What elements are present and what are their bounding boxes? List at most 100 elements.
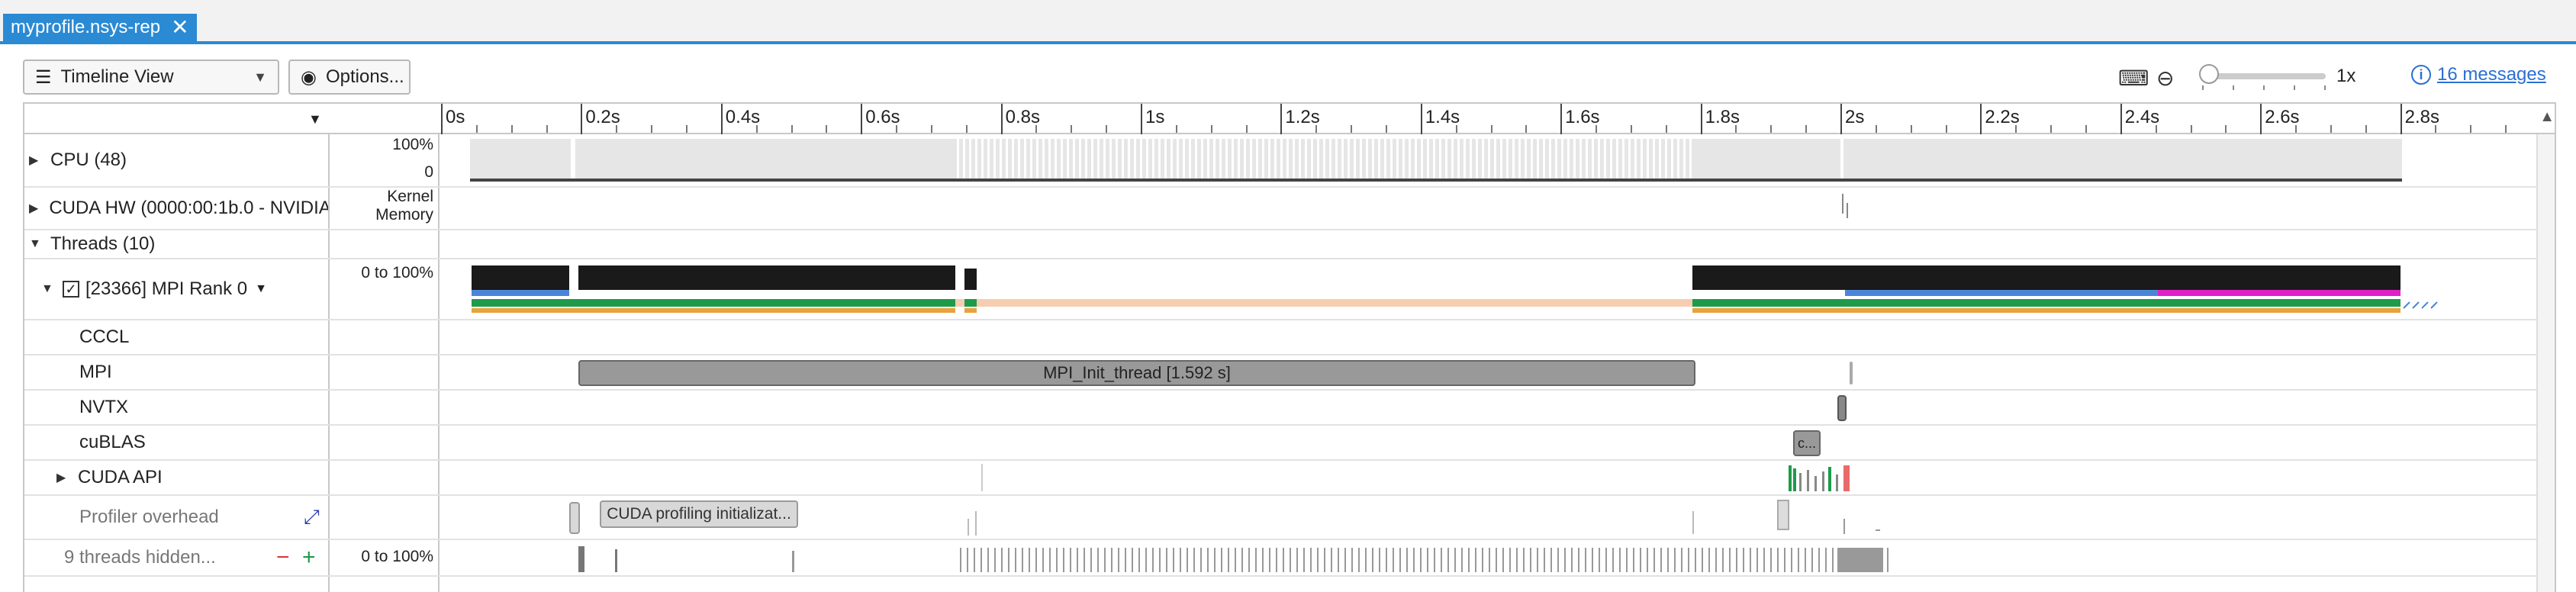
keyboard-icon[interactable]: ⌨ — [2118, 66, 2149, 91]
cccl-track[interactable] — [441, 320, 2539, 354]
zoom-slider[interactable] — [2202, 73, 2326, 79]
view-select-label: Timeline View — [60, 66, 174, 87]
row-label-nvtx[interactable]: NVTX — [24, 391, 330, 424]
ruler-minor-tick — [2050, 125, 2053, 133]
cublas-track[interactable]: c... — [441, 426, 2539, 459]
nvtx-range-bar[interactable] — [1837, 395, 1847, 421]
time-ruler: ▼ 0s 0.2s 0.4s 0.6s 0.8s 1s 1.2s 1.4s 1.6s 1.8s 2s… — [24, 104, 2555, 134]
hidden-threads-track[interactable] — [441, 540, 2539, 575]
cuda-hw-track[interactable] — [441, 188, 2539, 229]
profiler-track[interactable]: CUDA profiling initializat... — [441, 496, 2539, 539]
cpu-scale: 100% 0 — [331, 134, 440, 186]
ruler-tick-label: 1.4s — [1425, 107, 1460, 127]
row-label-hidden-text: 9 threads hidden... — [64, 547, 216, 568]
cuda-hw-scale: Kernel Memory — [331, 188, 440, 229]
tab-myprofile[interactable]: myprofile.nsys-rep ✕ — [3, 14, 197, 41]
ruler-tick-label: 1s — [1145, 107, 1165, 127]
chevron-down-icon[interactable]: ▼ — [308, 111, 322, 127]
row-profiler-overhead: Profiler overhead ⤢ CUDA profiling initi… — [24, 496, 2539, 540]
row-filler — [24, 577, 2539, 592]
ruler-minor-tick — [2505, 125, 2507, 133]
cpu-utilization-chart — [470, 139, 2402, 182]
ruler-minor-tick — [826, 125, 828, 133]
ruler-minor-tick — [1805, 125, 1808, 133]
options-label: Options... — [325, 66, 404, 87]
profiler-scale — [331, 496, 440, 539]
vertical-scrollbar[interactable] — [2536, 134, 2555, 592]
ruler-tick: 0.6s — [861, 104, 900, 134]
filler-scale — [331, 577, 440, 592]
ruler-tick-label: 1.2s — [1285, 107, 1320, 127]
tab-strip: myprofile.nsys-rep ✕ — [0, 0, 2576, 44]
hidden-scale: 0 to 100% — [331, 540, 440, 575]
cuda-api-scale — [331, 461, 440, 494]
options-button[interactable]: ◉ Options... — [288, 60, 411, 95]
row-cuda-hw: ▶ CUDA HW (0000:00:1b.0 - NVIDIA ... Ker… — [24, 188, 2539, 230]
close-icon[interactable]: ✕ — [171, 17, 188, 38]
cublas-scale — [331, 426, 440, 459]
chevron-right-icon[interactable]: ▶ — [56, 470, 67, 485]
row-label-mpi[interactable]: MPI — [24, 356, 330, 389]
zoom-level: 1x — [2336, 66, 2356, 86]
row-label-threads[interactable]: ▼ Threads (10) — [24, 230, 330, 258]
chevron-down-icon[interactable]: ▼ — [255, 282, 267, 296]
ruler-tick-label: 2.8s — [2404, 107, 2439, 127]
messages-label[interactable]: 16 messages — [2437, 64, 2546, 85]
row-label-cpu-text: CPU (48) — [50, 150, 127, 170]
cpu-scale-top: 100% — [392, 136, 433, 153]
cuda-api-track[interactable] — [441, 461, 2539, 494]
ruler-tick: 1s — [1141, 104, 1164, 134]
messages-link[interactable]: i 16 messages — [2411, 64, 2546, 85]
ruler-minor-tick — [2015, 125, 2017, 133]
zoom-out-icon[interactable]: ⊖ — [2156, 66, 2174, 91]
info-icon: i — [2411, 65, 2431, 85]
cuda-hw-scale-kernel: Kernel — [387, 188, 433, 205]
remove-icon[interactable]: − — [276, 545, 290, 571]
row-label-hidden-threads[interactable]: 9 threads hidden... − + — [24, 540, 330, 575]
ruler-minor-tick — [1106, 125, 1108, 133]
chevron-down-icon[interactable]: ▼ — [41, 282, 53, 296]
row-label-cuda-api[interactable]: ▶ CUDA API — [24, 461, 330, 494]
ruler-minor-tick — [1035, 125, 1038, 133]
ruler-minor-tick — [1525, 125, 1528, 133]
mpi-event-mark[interactable] — [1850, 362, 1853, 384]
ruler-tick-label: 2s — [1845, 107, 1865, 127]
chevron-right-icon[interactable]: ▶ — [29, 153, 40, 168]
cuda-api-chart — [981, 464, 1850, 491]
row-label-profiler-overhead[interactable]: Profiler overhead ⤢ — [24, 496, 330, 539]
cpu-track[interactable] — [441, 134, 2539, 186]
ruler-minor-tick — [2470, 125, 2472, 133]
ruler-tick-label: 0.6s — [865, 107, 900, 127]
ruler-tick-label: 0.4s — [725, 107, 761, 127]
row-label-cccl[interactable]: CCCL — [24, 320, 330, 354]
ruler-minor-tick — [510, 125, 513, 133]
chevron-down-icon[interactable]: ▼ — [29, 237, 41, 251]
view-select[interactable]: ☰ Timeline View ▼ — [23, 60, 279, 95]
nvtx-track[interactable] — [441, 391, 2539, 424]
mpi-track[interactable]: MPI_Init_thread [1.592 s] — [441, 356, 2539, 389]
row-label-mpi-rank-0[interactable]: ▼ ✓ [23366] MPI Rank 0 ▼ — [24, 259, 330, 319]
ruler-tick-label: 2.6s — [2265, 107, 2300, 127]
thread-checkbox[interactable]: ✓ — [63, 281, 79, 298]
cublas-call-bar[interactable]: c... — [1793, 430, 1821, 456]
zoom-slider-thumb[interactable] — [2199, 64, 2219, 84]
ruler-tick-label: 0.2s — [585, 107, 620, 127]
mpi-init-thread-bar[interactable]: MPI_Init_thread [1.592 s] — [578, 360, 1695, 386]
ruler-tick: 1.4s — [1420, 104, 1460, 134]
row-cuda-api: ▶ CUDA API — [24, 461, 2539, 496]
ruler-minor-tick — [930, 125, 932, 133]
ruler-tick: 2.4s — [2120, 104, 2159, 134]
row-label-cuda-api-text: CUDA API — [78, 467, 163, 487]
threads-track — [441, 230, 2539, 258]
expand-icon[interactable]: ⤢ — [304, 505, 320, 529]
rank0-track[interactable] — [441, 259, 2539, 319]
scroll-up-icon[interactable]: ▲ — [2539, 108, 2555, 126]
ruler-minor-tick — [1490, 125, 1492, 133]
ruler-minor-tick — [2085, 125, 2087, 133]
row-label-cuda-hw[interactable]: ▶ CUDA HW (0000:00:1b.0 - NVIDIA ... — [24, 188, 330, 229]
ruler-minor-tick — [1770, 125, 1773, 133]
add-icon[interactable]: + — [302, 545, 316, 571]
row-label-cublas[interactable]: cuBLAS — [24, 426, 330, 459]
chevron-right-icon[interactable]: ▶ — [29, 201, 38, 216]
row-label-cpu[interactable]: ▶ CPU (48) — [24, 134, 330, 186]
